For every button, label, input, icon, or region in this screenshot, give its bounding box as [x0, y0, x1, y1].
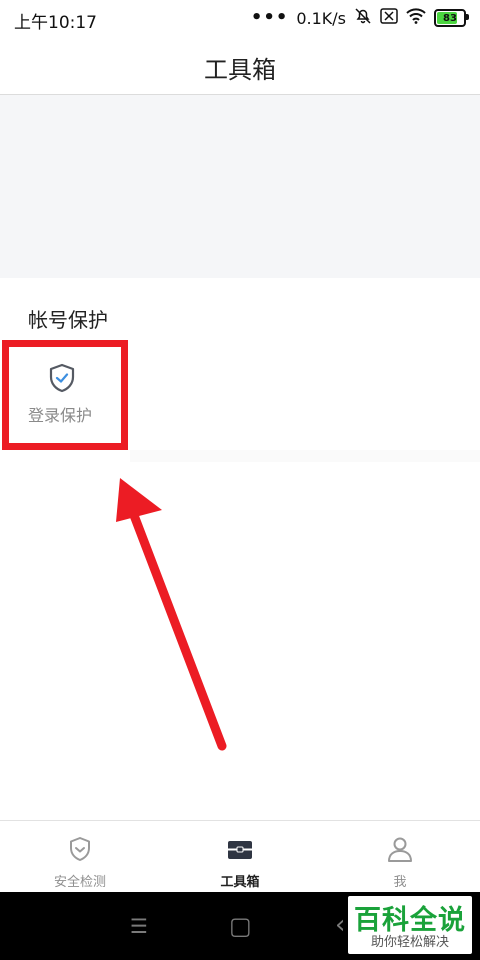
mute-icon: [354, 7, 372, 29]
toolbox-icon: [226, 835, 254, 863]
watermark-subtitle: 助你轻松解决: [370, 935, 449, 950]
back-icon[interactable]: ‹: [335, 910, 345, 940]
watermark: 百科全说 助你轻松解决: [348, 896, 472, 954]
annotation-arrow: [116, 478, 227, 751]
person-icon: [386, 835, 414, 863]
status-icons: ••• 0.1K/s 83: [250, 7, 469, 29]
tab-me-label: 我: [393, 875, 407, 890]
banner[interactable]: [0, 95, 480, 278]
divider: [130, 450, 480, 462]
battery-level: 83: [443, 12, 457, 24]
bottom-tab-bar: 安全检测 工具箱 我: [0, 820, 480, 893]
home-icon[interactable]: ▢: [229, 912, 252, 940]
wifi-icon: [406, 8, 426, 28]
section-title-account-protection: 帐号保护: [28, 308, 108, 332]
shield-icon: [66, 835, 94, 863]
menu-icon[interactable]: ☰: [130, 914, 148, 938]
highlight-box: [2, 340, 128, 450]
battery-icon: 83: [434, 9, 469, 27]
tab-toolbox-label: 工具箱: [220, 875, 260, 890]
page-title: 工具箱: [204, 56, 276, 84]
network-speed: 0.1K/s: [296, 8, 346, 28]
status-bar: 上午10:17 ••• 0.1K/s 83: [0, 0, 480, 36]
more-dots: •••: [250, 7, 289, 28]
status-time: 上午10:17: [14, 13, 97, 33]
header: 工具箱: [0, 36, 480, 95]
tab-me[interactable]: 我: [320, 821, 480, 893]
tab-security-check-label: 安全检测: [53, 875, 106, 890]
tab-security-check[interactable]: 安全检测: [0, 821, 160, 893]
tab-toolbox[interactable]: 工具箱: [160, 821, 320, 893]
sim-icon: [380, 8, 398, 28]
